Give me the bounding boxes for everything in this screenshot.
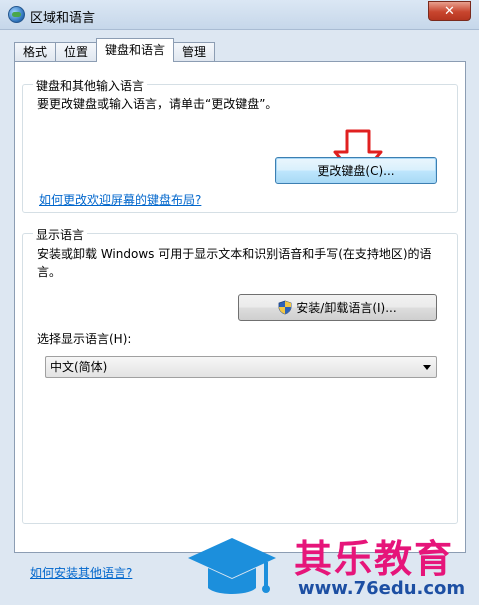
graduation-cap-icon	[188, 538, 276, 594]
title-bar: 区域和语言 ✕	[0, 0, 479, 30]
watermark-brand: 其乐教育	[294, 537, 455, 581]
welcome-screen-keyboard-link[interactable]: 如何更改欢迎屏幕的键盘布局?	[39, 191, 201, 208]
keyboard-group-legend: 键盘和其他输入语言	[33, 77, 148, 94]
window-title: 区域和语言	[30, 11, 96, 26]
install-uninstall-languages-button[interactable]: 安装/卸载语言(I)...	[238, 294, 437, 321]
close-icon: ✕	[444, 3, 455, 19]
display-language-value: 中文(简体)	[50, 360, 108, 374]
tab-panel: 键盘和其他输入语言 要更改键盘或输入语言，请单击“更改键盘”。 更改键盘(C).…	[14, 61, 466, 580]
choose-display-language-label: 选择显示语言(H):	[37, 332, 132, 346]
keyboard-description: 要更改键盘或输入语言，请单击“更改键盘”。	[37, 97, 278, 111]
uac-shield-icon	[278, 300, 292, 315]
tab-location[interactable]: 位置	[55, 42, 98, 62]
change-keyboards-button[interactable]: 更改键盘(C)...	[275, 157, 437, 184]
tab-keyboards-languages[interactable]: 键盘和语言	[96, 38, 175, 62]
display-language-legend: 显示语言	[33, 226, 88, 243]
watermark: 其乐教育 www.76edu.com	[178, 520, 479, 605]
globe-icon	[8, 6, 25, 23]
tab-strip: 格式 位置 键盘和语言 管理	[14, 38, 216, 62]
chevron-down-icon	[423, 365, 431, 370]
display-language-description: 安装或卸载 Windows 可用于显示文本和识别语音和手写(在支持地区)的语言。	[37, 247, 432, 279]
install-other-languages-link[interactable]: 如何安装其他语言?	[30, 564, 132, 581]
display-language-select[interactable]: 中文(简体)	[45, 356, 437, 378]
tab-administrative[interactable]: 管理	[173, 42, 216, 62]
dialog-client: 格式 位置 键盘和语言 管理 键盘和其他输入语言 要更改键盘或输入语言，请单击“…	[0, 30, 479, 605]
tab-formats[interactable]: 格式	[14, 42, 57, 62]
watermark-url: www.76edu.com	[298, 578, 466, 599]
close-button[interactable]: ✕	[428, 1, 471, 21]
install-uninstall-label: 安装/卸载语言(I)...	[296, 301, 397, 315]
